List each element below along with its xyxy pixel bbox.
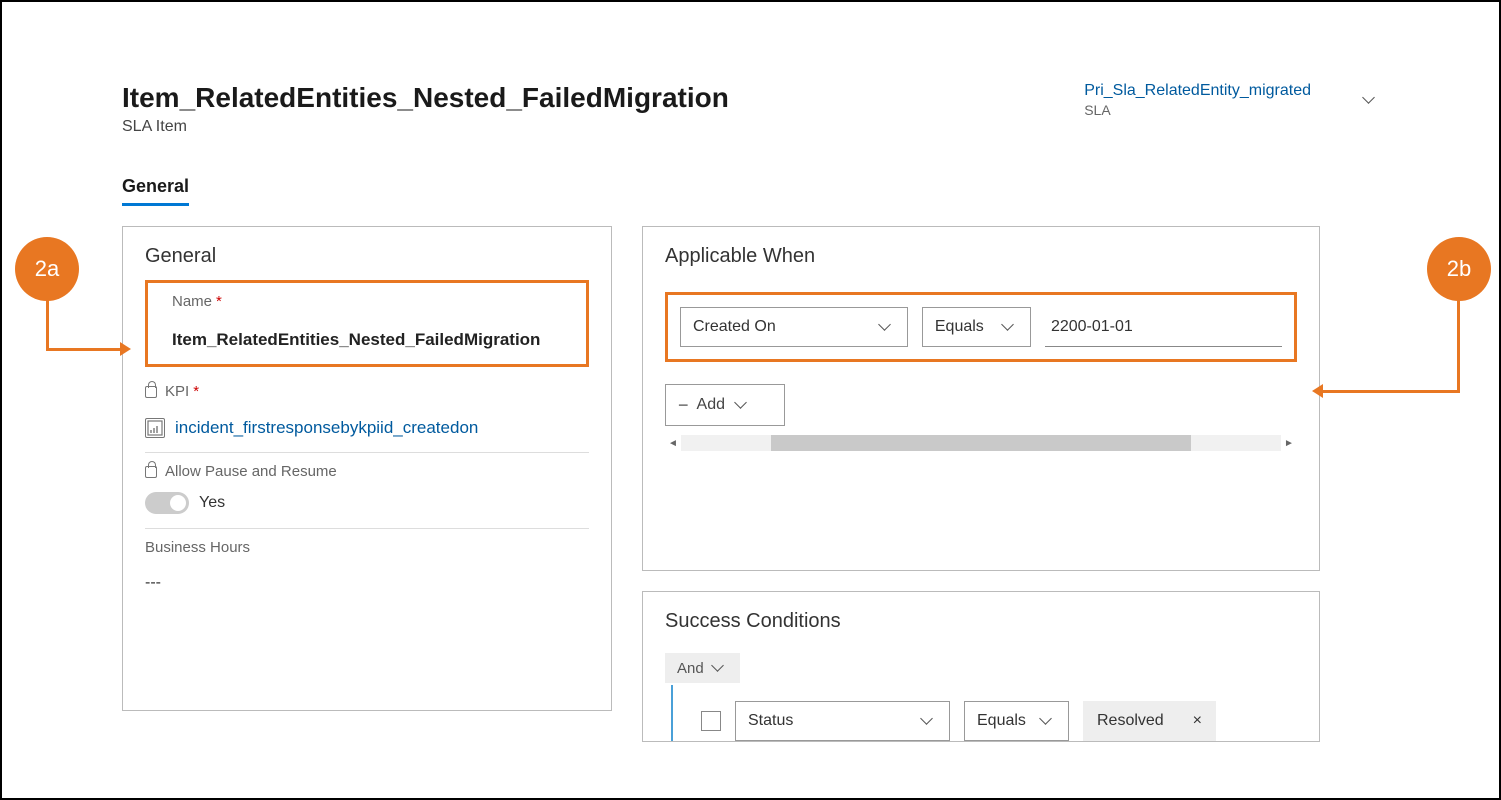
allow-pause-label: Allow Pause and Resume (145, 463, 589, 480)
allow-pause-label-text: Allow Pause and Resume (165, 463, 337, 480)
name-field-highlight: Name* Item_RelatedEntities_Nested_Failed… (145, 280, 589, 367)
related-sla-link[interactable]: Pri_Sla_RelatedEntity_migrated (1084, 82, 1311, 100)
condition-operator-dropdown[interactable]: Equals (922, 307, 1031, 347)
name-value[interactable]: Item_RelatedEntities_Nested_FailedMigrat… (172, 330, 562, 350)
success-field-dropdown[interactable]: Status (735, 701, 950, 741)
callout-arrowhead-2a (120, 342, 131, 356)
success-conditions-title: Success Conditions (665, 610, 1297, 633)
business-hours-label-text: Business Hours (145, 539, 250, 556)
callout-arrow-2b (1457, 300, 1460, 392)
chevron-down-icon (919, 712, 937, 730)
page-title: Item_RelatedEntities_Nested_FailedMigrat… (122, 82, 729, 114)
business-hours-value[interactable]: --- (145, 574, 589, 592)
success-operator-value: Equals (977, 712, 1026, 730)
required-star-icon: * (216, 293, 222, 310)
scroll-right-arrow-icon[interactable]: ► (1281, 438, 1297, 449)
success-operator-dropdown[interactable]: Equals (964, 701, 1069, 741)
lock-icon (145, 466, 157, 478)
condition-checkbox[interactable] (701, 711, 721, 731)
group-operator-value: And (677, 660, 704, 677)
success-value-text: Resolved (1097, 712, 1164, 730)
horizontal-scrollbar[interactable]: ◄ ► (665, 434, 1297, 452)
scroll-left-arrow-icon[interactable]: ◄ (665, 438, 681, 449)
required-star-icon: * (193, 383, 199, 400)
success-conditions-panel: Success Conditions And Status Equals (642, 591, 1320, 742)
applicable-when-title: Applicable When (665, 245, 1297, 268)
callout-arrow-2b (1320, 390, 1460, 393)
condition-field-dropdown[interactable]: Created On (680, 307, 908, 347)
success-field-value: Status (748, 712, 793, 730)
callout-badge-2a: 2a (15, 237, 79, 301)
chevron-down-icon (877, 318, 895, 336)
kpi-icon (145, 418, 165, 438)
allow-pause-toggle[interactable] (145, 492, 189, 514)
callout-badge-2b: 2b (1427, 237, 1491, 301)
kpi-label: KPI* (145, 383, 589, 400)
related-sla-sublabel: SLA (1084, 102, 1311, 118)
success-value-tag[interactable]: Resolved × (1083, 701, 1216, 741)
scroll-track[interactable] (681, 435, 1281, 451)
applicable-condition-highlight: Created On Equals (665, 292, 1297, 362)
chevron-down-icon[interactable] (1361, 91, 1379, 109)
page-subtitle: SLA Item (122, 118, 729, 136)
chevron-down-icon (710, 659, 728, 677)
group-operator-dropdown[interactable]: And (665, 653, 740, 683)
name-label-text: Name (172, 293, 212, 310)
callout-arrow-2a (46, 348, 124, 351)
chevron-down-icon (1038, 712, 1056, 730)
add-condition-button[interactable]: − Add (665, 384, 785, 426)
chevron-down-icon (733, 396, 751, 414)
close-icon[interactable]: × (1193, 712, 1202, 730)
condition-value-input[interactable] (1045, 307, 1282, 347)
lock-icon (145, 386, 157, 398)
kpi-link[interactable]: incident_firstresponsebykpiid_createdon (175, 418, 478, 438)
scroll-thumb[interactable] (771, 435, 1191, 451)
add-button-label: Add (697, 396, 725, 414)
general-panel: General Name* Item_RelatedEntities_Neste… (122, 226, 612, 711)
name-label: Name* (172, 293, 562, 310)
applicable-when-panel: Applicable When Created On Equals − Add … (642, 226, 1320, 571)
callout-arrow-2a (46, 300, 49, 350)
general-panel-title: General (145, 245, 589, 268)
callout-arrowhead-2b (1312, 384, 1323, 398)
kpi-label-text: KPI (165, 383, 189, 400)
condition-field-value: Created On (693, 318, 776, 336)
business-hours-label: Business Hours (145, 539, 589, 556)
chevron-down-icon (1000, 318, 1018, 336)
tab-general[interactable]: General (122, 176, 189, 206)
allow-pause-value: Yes (199, 494, 225, 512)
minus-icon: − (678, 395, 689, 416)
condition-operator-value: Equals (935, 318, 984, 336)
